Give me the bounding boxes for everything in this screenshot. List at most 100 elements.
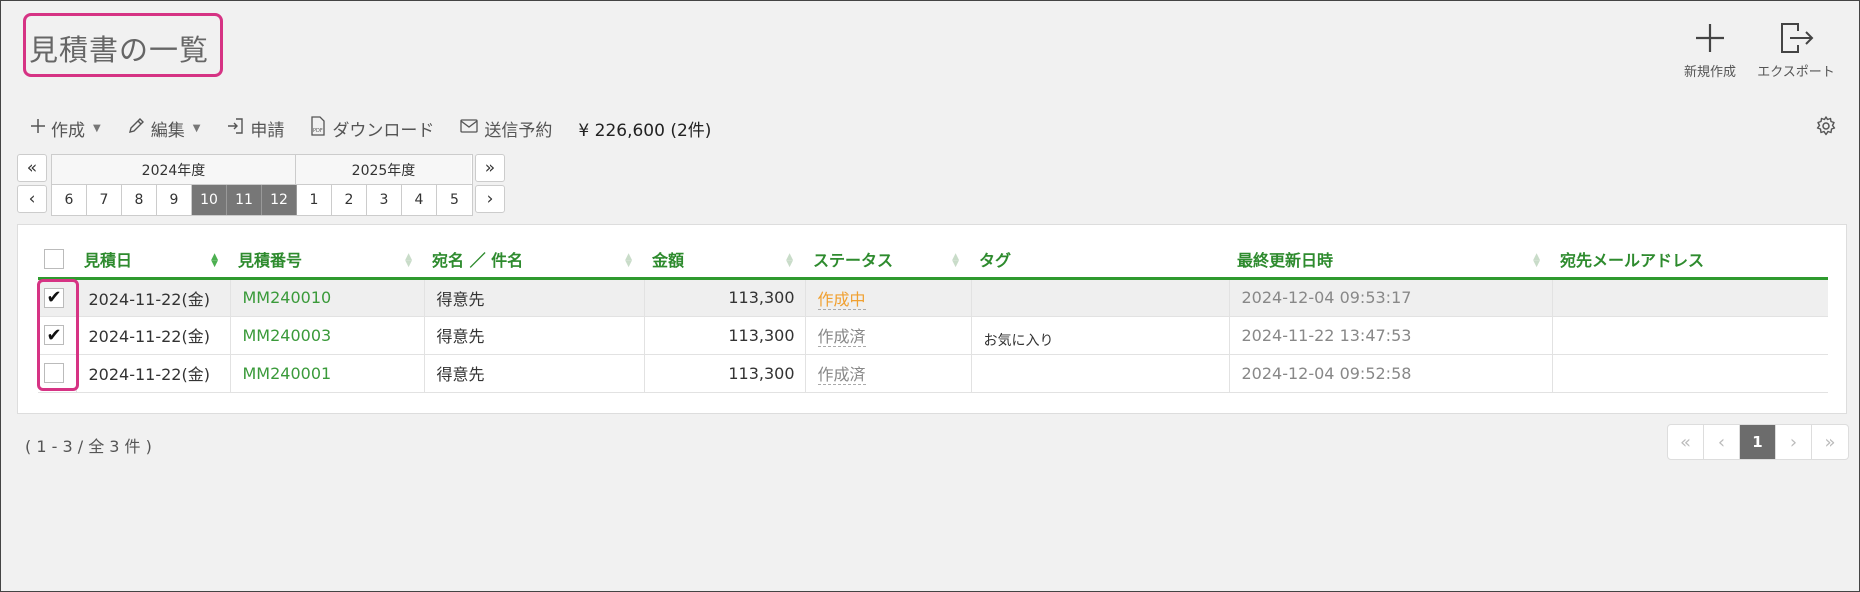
prev-period-button[interactable]: ‹: [17, 185, 47, 213]
edit-menu-button[interactable]: 編集 ▼: [127, 116, 201, 141]
amount-cell: 113,300: [644, 354, 806, 393]
date-cell: 2024-11-22(金): [76, 278, 231, 317]
month-6[interactable]: 12: [262, 185, 297, 215]
prev-page-button[interactable]: ‹: [1704, 425, 1740, 459]
recipient-name: 得意先: [436, 365, 485, 384]
new-create-button[interactable]: 新規作成: [1665, 17, 1755, 80]
create-menu-button[interactable]: 作成 ▼: [31, 116, 101, 141]
estimate-number-link[interactable]: MM240003: [243, 326, 332, 345]
month-row: 6 7 8 9 10 11 12 1 2 3 4 5: [52, 185, 472, 215]
row-checkbox[interactable]: ✔: [44, 287, 64, 308]
estimate-number-link[interactable]: MM240001: [243, 364, 332, 383]
last-period-button[interactable]: »: [475, 154, 505, 182]
month-4[interactable]: 10: [192, 185, 227, 215]
status-cell: 作成済: [805, 316, 972, 355]
sort-icon: ▲ ▼: [405, 252, 412, 269]
column-header-recipient[interactable]: 宛名 ／ 件名 ▲ ▼: [424, 242, 644, 280]
column-header-updated[interactable]: 最終更新日時 ▲ ▼: [1229, 242, 1552, 280]
tag-cell: お気に入り: [971, 316, 1230, 355]
amount-cell: 113,300: [644, 278, 806, 317]
sort-icon: ▲ ▼: [952, 252, 959, 269]
page-1-button[interactable]: 1: [1740, 425, 1776, 459]
number-cell: MM240010: [230, 278, 425, 317]
status-badge[interactable]: 作成中: [817, 289, 866, 310]
status-cell: 作成中: [805, 278, 972, 317]
download-button[interactable]: PDF ダウンロード: [310, 115, 435, 141]
month-10[interactable]: 4: [402, 185, 437, 215]
column-header-number[interactable]: 見積番号 ▲ ▼: [230, 242, 424, 280]
month-7[interactable]: 1: [297, 185, 332, 215]
estimate-number-link[interactable]: MM240010: [243, 288, 332, 307]
period-selector: 2024年度 2025年度 6 7 8 9 10 11 12 1 2 3 4 5: [51, 154, 473, 216]
table-row[interactable]: ✔ 2024-11-22(金) MM240010 得意先 113,300 作成中 2024-…: [38, 278, 1828, 317]
month-5[interactable]: 11: [227, 185, 262, 215]
svg-text:PDF: PDF: [313, 128, 323, 134]
new-create-label: 新規作成: [1683, 65, 1736, 80]
schedule-send-button[interactable]: 送信予約: [460, 116, 552, 141]
column-header-email[interactable]: 宛先メールアドレス: [1552, 242, 1828, 280]
amount-value: 113,300: [728, 363, 795, 383]
row-select-cell: ✔: [38, 278, 77, 317]
email-cell: [1552, 316, 1828, 355]
number-cell: MM240001: [230, 354, 425, 393]
month-1[interactable]: 7: [87, 185, 122, 215]
month-0[interactable]: 6: [52, 185, 87, 215]
column-header-tag[interactable]: タグ: [971, 242, 1229, 280]
export-icon: [1751, 17, 1841, 59]
email-cell: [1552, 354, 1828, 393]
table-row[interactable]: ✔ 2024-11-22(金) MM240003 得意先 113,300 作成済 お気に入り…: [38, 316, 1828, 355]
month-8[interactable]: 2: [332, 185, 367, 215]
gear-icon[interactable]: [1815, 115, 1837, 141]
tag-cell: [971, 354, 1230, 393]
plus-icon: [1665, 17, 1755, 59]
month-11[interactable]: 5: [437, 185, 472, 215]
amount-value: 113,300: [728, 325, 795, 345]
create-label: 作成: [51, 120, 85, 141]
export-label: エクスポート: [1757, 65, 1835, 80]
table-row[interactable]: 2024-11-22(金) MM240001 得意先 113,300 作成済 2024-1…: [38, 354, 1828, 393]
download-label: ダウンロード: [332, 120, 435, 141]
status-badge[interactable]: 作成済: [817, 327, 866, 347]
tag-label: お気に入り: [983, 333, 1054, 349]
recipient-cell: 得意先: [424, 354, 645, 393]
updated-cell: 2024-11-22 13:47:53: [1229, 316, 1553, 355]
next-period-button[interactable]: ›: [475, 185, 505, 213]
sort-desc-icon: ▲ ▼: [211, 252, 218, 269]
row-select-cell: ✔: [38, 316, 77, 355]
updated-datetime: 2024-12-04 09:53:17: [1241, 288, 1412, 307]
status-cell: 作成済: [805, 354, 972, 393]
select-all-checkbox[interactable]: [44, 249, 64, 270]
estimate-date: 2024-11-22(金): [88, 289, 210, 309]
row-select-cell: [38, 354, 77, 393]
row-checkbox[interactable]: ✔: [44, 325, 64, 346]
date-cell: 2024-11-22(金): [76, 354, 231, 393]
next-page-button[interactable]: ›: [1776, 425, 1812, 459]
updated-datetime: 2024-12-04 09:52:58: [1241, 363, 1412, 383]
sign-in-icon: [226, 117, 244, 140]
selection-total: ¥ 226,600 (2件): [578, 120, 712, 141]
updated-datetime: 2024-11-22 13:47:53: [1241, 325, 1412, 345]
schedule-send-label: 送信予約: [484, 120, 553, 141]
row-checkbox[interactable]: [44, 363, 64, 383]
first-page-button[interactable]: «: [1668, 425, 1704, 459]
caret-down-icon: ▼: [192, 122, 201, 134]
amount-value: 113,300: [728, 288, 795, 307]
fiscal-year-2025[interactable]: 2025年度: [296, 155, 471, 184]
column-header-amount[interactable]: 金額 ▲ ▼: [644, 242, 805, 280]
month-9[interactable]: 3: [367, 185, 402, 215]
month-2[interactable]: 8: [122, 185, 157, 215]
apply-button[interactable]: 申請: [226, 116, 284, 141]
sort-icon: ▲ ▼: [786, 252, 793, 269]
month-3[interactable]: 9: [157, 185, 192, 215]
export-button[interactable]: エクスポート: [1751, 17, 1841, 80]
pdf-file-icon: PDF: [310, 115, 326, 141]
first-period-button[interactable]: «: [17, 154, 47, 182]
column-header-status[interactable]: ステータス ▲ ▼: [805, 242, 971, 280]
caret-down-icon: ▼: [93, 122, 101, 134]
status-badge[interactable]: 作成済: [817, 365, 866, 385]
last-page-button[interactable]: »: [1812, 425, 1848, 459]
fiscal-year-2024[interactable]: 2024年度: [52, 155, 296, 184]
pagination: « ‹ 1 › »: [1667, 424, 1849, 460]
amount-cell: 113,300: [644, 316, 806, 355]
column-header-date[interactable]: 見積日 ▲ ▼: [76, 242, 230, 280]
